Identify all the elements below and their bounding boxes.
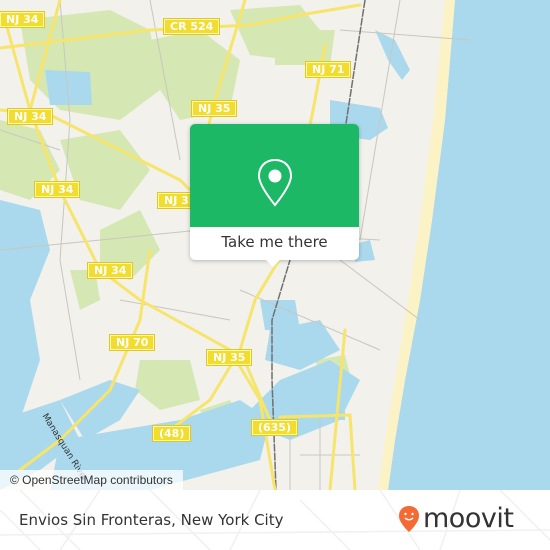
road-label-cr524: CR 524 bbox=[162, 18, 221, 35]
road-label-nj34: NJ 34 bbox=[33, 181, 81, 198]
road-label-nj34: NJ 34 bbox=[0, 11, 46, 28]
brand-name: moovit bbox=[423, 503, 514, 534]
map-pin-icon bbox=[257, 158, 293, 207]
moovit-logo[interactable]: moovit bbox=[398, 503, 514, 534]
place-title: Envios Sin Fronteras, New York City bbox=[19, 511, 284, 529]
road-label-nj70: NJ 70 bbox=[108, 334, 156, 351]
road-label-nj34: NJ 34 bbox=[86, 262, 134, 279]
location-popup: Take me there bbox=[190, 124, 359, 267]
ocean bbox=[388, 0, 550, 490]
popup-header bbox=[190, 124, 359, 227]
map-view[interactable]: NJ 34 CR 524 NJ 71 NJ 35 NJ 34 NJ 34 NJ … bbox=[0, 0, 550, 490]
moovit-pin-smile-icon bbox=[399, 506, 419, 532]
popup-pointer bbox=[264, 258, 282, 267]
road-label-48: (48) bbox=[151, 425, 192, 442]
road-label-635: (635) bbox=[250, 419, 299, 436]
map-attribution[interactable]: © OpenStreetMap contributors bbox=[0, 470, 183, 490]
road-label-nj34: NJ 34 bbox=[6, 108, 54, 125]
take-me-there-button[interactable]: Take me there bbox=[190, 227, 359, 260]
road-label-nj35: NJ 35 bbox=[190, 100, 238, 117]
road-label-nj71: NJ 71 bbox=[304, 61, 352, 78]
footer-bar: Envios Sin Fronteras, New York City moov… bbox=[0, 490, 550, 550]
road-label-nj35: NJ 35 bbox=[205, 349, 253, 366]
